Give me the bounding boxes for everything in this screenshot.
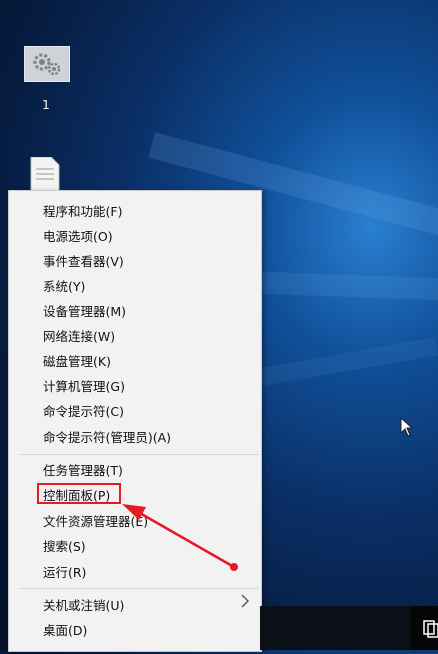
annotation-arrow — [122, 504, 238, 571]
